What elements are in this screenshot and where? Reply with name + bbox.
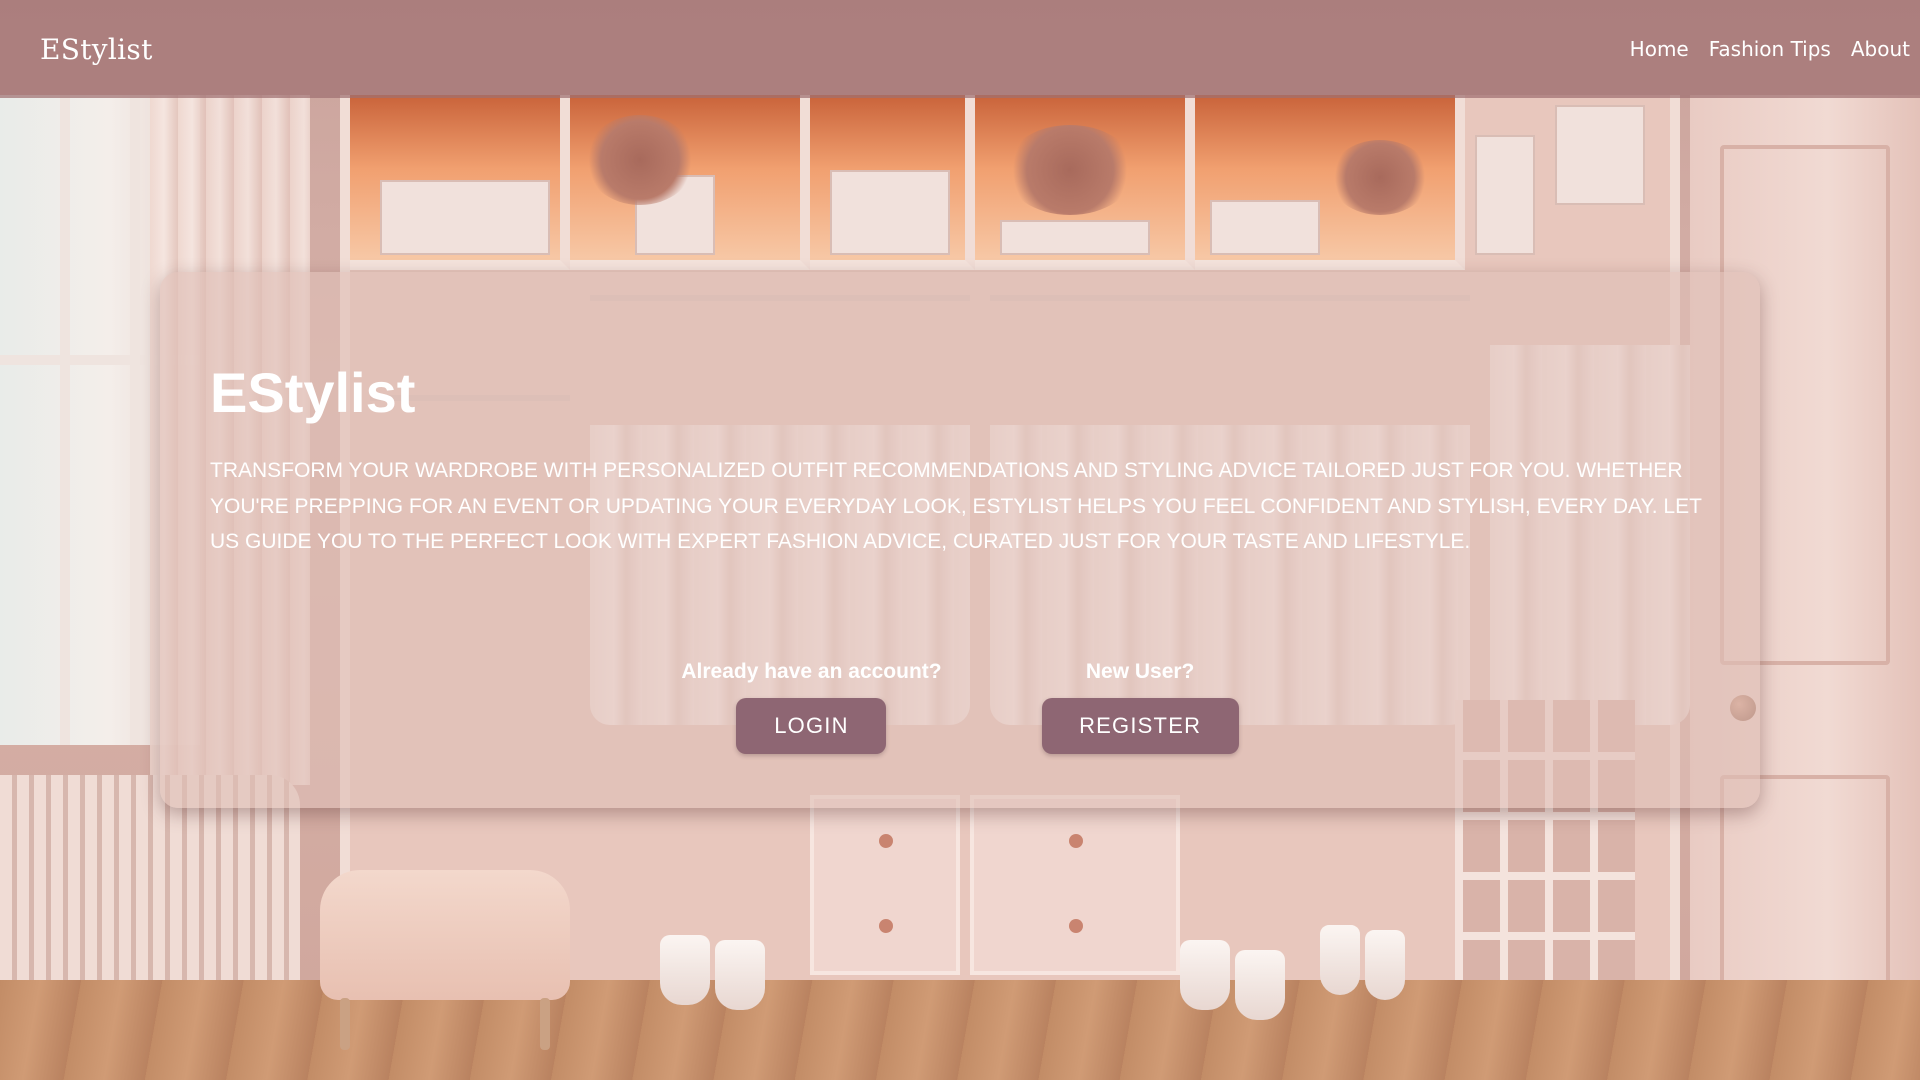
auth-actions: Already have an account? LOGIN New User?… xyxy=(160,660,1760,754)
storage-box xyxy=(1210,200,1320,255)
window-mullion xyxy=(60,95,70,745)
login-prompt: Already have an account? xyxy=(681,660,942,683)
hero-card: EStylist Transform your wardrobe with pe… xyxy=(160,272,1760,808)
ottoman-leg xyxy=(540,998,550,1050)
radiator xyxy=(0,775,300,1015)
ottoman xyxy=(320,870,570,1050)
ottoman-leg xyxy=(340,998,350,1050)
login-group: Already have an account? LOGIN xyxy=(681,660,942,754)
drawer-knob xyxy=(1069,834,1083,848)
drawer-knob xyxy=(1069,919,1083,933)
login-button[interactable]: LOGIN xyxy=(736,698,887,754)
window-mullion xyxy=(130,95,140,745)
storage-box xyxy=(1475,135,1535,255)
dried-flowers xyxy=(1005,125,1135,215)
dried-flowers xyxy=(585,115,695,205)
drawer xyxy=(970,795,1180,975)
nav-link-home[interactable]: Home xyxy=(1630,37,1689,61)
sneaker xyxy=(660,935,710,1005)
wood-floor xyxy=(0,980,1920,1080)
storage-box xyxy=(830,170,950,255)
storage-box xyxy=(380,180,550,255)
register-prompt: New User? xyxy=(1085,660,1195,683)
drawer-knob xyxy=(879,919,893,933)
nav-links: Home Fashion Tips About xyxy=(1630,37,1910,61)
sneaker xyxy=(1235,950,1285,1020)
heel-shoe xyxy=(1365,930,1405,1000)
drawer xyxy=(810,795,960,975)
register-button[interactable]: REGISTER xyxy=(1041,698,1239,754)
nav-link-fashion-tips[interactable]: Fashion Tips xyxy=(1709,37,1831,61)
heel-shoe xyxy=(1320,925,1360,995)
storage-box xyxy=(1000,220,1150,255)
hero-description: Transform your wardrobe with personalize… xyxy=(210,459,1702,553)
drawer-knob xyxy=(879,834,893,848)
navbar: EStylist Home Fashion Tips About xyxy=(0,0,1920,98)
dried-flowers xyxy=(1330,140,1430,215)
sneaker xyxy=(715,940,765,1010)
sneaker xyxy=(1180,940,1230,1010)
register-group: New User? REGISTER xyxy=(1041,660,1239,754)
nav-link-about[interactable]: About xyxy=(1851,37,1910,61)
storage-box xyxy=(1555,105,1645,205)
hero-title: EStylist xyxy=(210,361,416,424)
brand-logo[interactable]: EStylist xyxy=(40,33,153,66)
